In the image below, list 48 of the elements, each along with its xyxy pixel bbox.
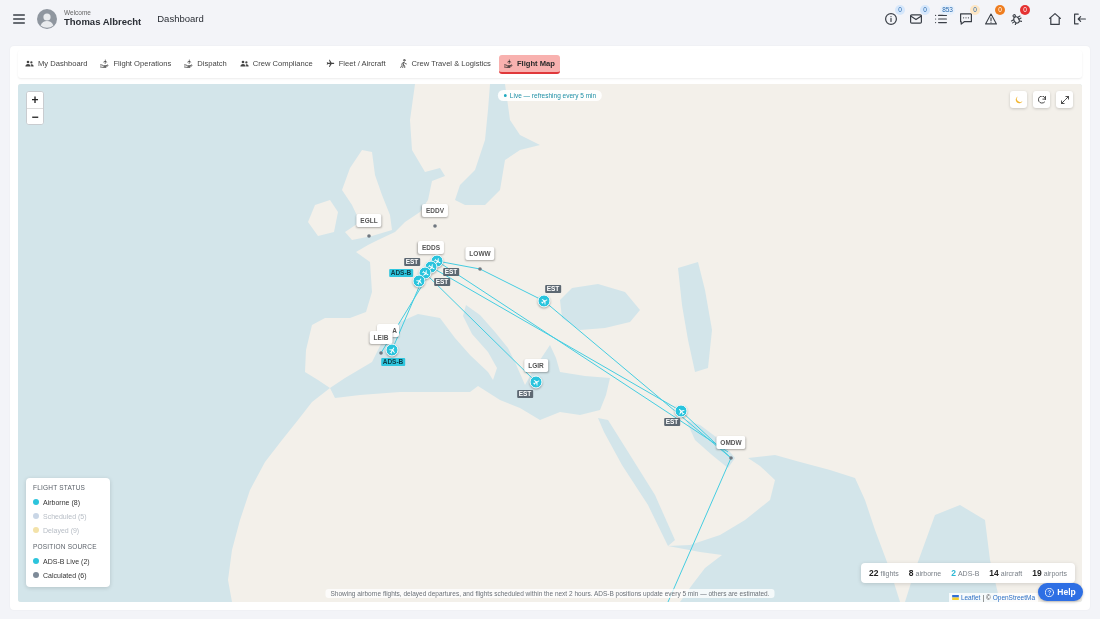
warning-icon xyxy=(985,12,997,25)
mail-icon xyxy=(910,12,922,25)
home-icon xyxy=(1049,12,1061,25)
fullscreen-button[interactable] xyxy=(1056,91,1073,108)
logout-button[interactable] xyxy=(1073,11,1087,26)
airport-dot-icon xyxy=(729,456,733,460)
airport-dot-icon xyxy=(433,224,437,228)
help-button[interactable]: Help xyxy=(1038,583,1083,601)
bug-report-button[interactable] xyxy=(1009,11,1023,26)
airport-dot-icon xyxy=(367,234,371,238)
people-icon xyxy=(239,58,249,68)
theme-toggle-button[interactable] xyxy=(1010,91,1027,108)
page-title: Dashboard xyxy=(157,13,204,24)
plane-hand-icon xyxy=(503,58,513,68)
stat-count: 2 xyxy=(951,568,956,578)
expand-icon xyxy=(1060,95,1069,104)
airport-dot-icon xyxy=(379,351,383,355)
plane-icon xyxy=(325,58,335,68)
bug-icon xyxy=(1010,12,1022,25)
menu-icon xyxy=(13,12,25,25)
messages-button[interactable] xyxy=(909,11,923,26)
avatar-icon xyxy=(37,8,57,29)
info-icon xyxy=(885,12,897,25)
refresh-button[interactable] xyxy=(1033,91,1050,108)
list-icon xyxy=(935,12,947,25)
plane-hand-icon xyxy=(184,58,194,68)
menu-button[interactable] xyxy=(13,12,25,25)
info-button[interactable] xyxy=(884,11,898,26)
live-dot-icon xyxy=(503,94,507,97)
moon-icon xyxy=(1014,95,1023,104)
flag-icon xyxy=(951,595,959,600)
logout-icon xyxy=(1074,12,1086,25)
zoom-out-button[interactable]: − xyxy=(27,108,43,124)
stat-count: 14 xyxy=(989,568,999,578)
refresh-icon xyxy=(1037,95,1046,104)
chat-icon xyxy=(960,12,972,25)
plane-hand-icon xyxy=(100,58,110,68)
alerts-button[interactable] xyxy=(984,11,998,26)
help-icon xyxy=(1045,587,1055,597)
airport-dot-icon xyxy=(478,267,482,271)
stat-count: 22 xyxy=(869,568,879,578)
home-button[interactable] xyxy=(1048,11,1062,26)
stat-count: 8 xyxy=(908,568,914,578)
stat-count: 19 xyxy=(1032,568,1042,578)
user-name: Thomas Albrecht xyxy=(64,16,142,28)
chat-button[interactable] xyxy=(959,11,973,26)
walking-person-icon xyxy=(398,58,408,68)
people-icon xyxy=(25,58,34,68)
